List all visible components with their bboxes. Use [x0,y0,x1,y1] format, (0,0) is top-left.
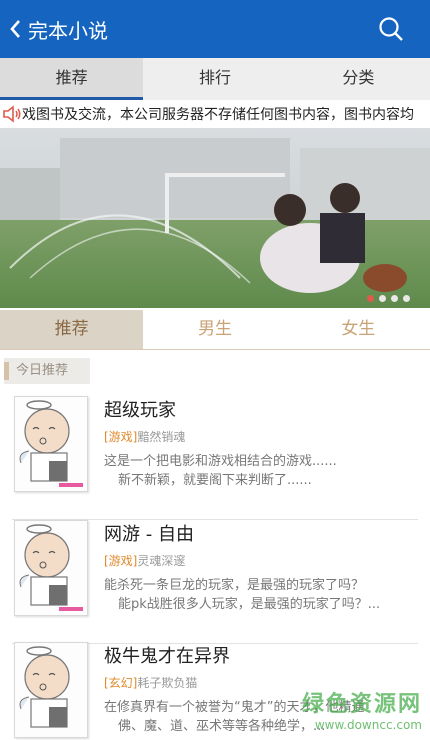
tab-ranking[interactable]: 排行 [143,58,286,100]
sub-tab-bar: 推荐 男生 女生 [0,310,430,350]
chevron-left-icon [8,14,26,44]
watermark-title: 绿色资源网 [301,692,422,717]
book-desc-line: 这是一个把电影和游戏相结合的游戏...... [104,454,337,469]
book-title: 网游 - 自由 [104,524,194,545]
book-item[interactable]: 超级玩家 [游戏]黯然销魂 这是一个把电影和游戏相结合的游戏...... 新不新… [12,396,418,520]
app-title: 完本小说 [28,18,108,43]
book-description: 能杀死一条巨龙的玩家，是最强的玩家了吗？ 能pk战胜很多人玩家，是最强的玩家了吗… [104,576,409,614]
book-description: 这是一个把电影和游戏相结合的游戏...... 新不新颖，就要阁下来判断了....… [104,452,409,490]
banner-carousel[interactable] [0,128,430,308]
book-desc-line: 能杀死一条巨龙的玩家，是最强的玩家了吗？ [104,578,365,593]
subtab-female[interactable]: 女生 [287,310,430,349]
baby-angel-icon [19,400,83,487]
carousel-dot[interactable] [391,295,398,302]
notice-text: 戏图书及交流，本公司服务器不存储任何图书内容，图书内容均 [22,107,414,123]
book-desc-line: 能pk战胜很多人玩家，是最强的玩家了吗？... [118,597,381,612]
tab-recommend[interactable]: 推荐 [0,58,144,100]
section-label: 今日推荐 [4,358,90,384]
book-title: 超级玩家 [104,400,176,421]
book-author: 耗子欺负猫 [137,676,198,690]
tab-category[interactable]: 分类 [287,58,430,100]
baby-angel-icon [19,524,83,611]
book-author: 灵魂深邃 [137,554,186,568]
book-meta: [游戏]黯然销魂 [104,428,185,445]
search-button[interactable] [378,16,404,42]
book-genre: [游戏] [104,430,138,444]
banner-image [0,128,430,308]
book-title: 极牛鬼才在异界 [104,646,230,667]
book-cover [14,642,88,738]
notice-marquee: 戏图书及交流，本公司服务器不存储任何图书内容，图书内容均 [0,100,430,128]
book-meta: [游戏]灵魂深邃 [104,552,185,569]
baby-angel-icon [19,646,70,728]
book-desc-line: 新不新颖，就要阁下来判断了...... [118,473,312,488]
subtab-male[interactable]: 男生 [143,310,286,349]
carousel-dot[interactable] [379,295,386,302]
book-genre: [玄幻] [104,676,138,690]
book-cover [14,520,88,616]
speaker-icon [3,105,21,123]
book-genre: [游戏] [104,554,138,568]
subtab-recommend[interactable]: 推荐 [0,310,144,349]
book-cover [14,396,88,492]
carousel-indicator [367,295,410,302]
top-app-bar: 完本小说 [0,0,430,58]
back-button[interactable]: 完本小说 [8,14,108,44]
watermark-url: www.downcc.com [314,718,422,732]
book-item[interactable]: 网游 - 自由 [游戏]灵魂深邃 能杀死一条巨龙的玩家，是最强的玩家了吗？ 能p… [12,520,418,644]
search-icon [379,17,403,41]
watermark: 绿色资源网 www.downcc.com [302,686,422,732]
carousel-dot[interactable] [367,295,374,302]
book-author: 黯然销魂 [137,430,186,444]
main-tab-bar: 推荐 排行 分类 [0,58,430,100]
carousel-dot[interactable] [403,295,410,302]
book-meta: [玄幻]耗子欺负猫 [104,674,197,691]
